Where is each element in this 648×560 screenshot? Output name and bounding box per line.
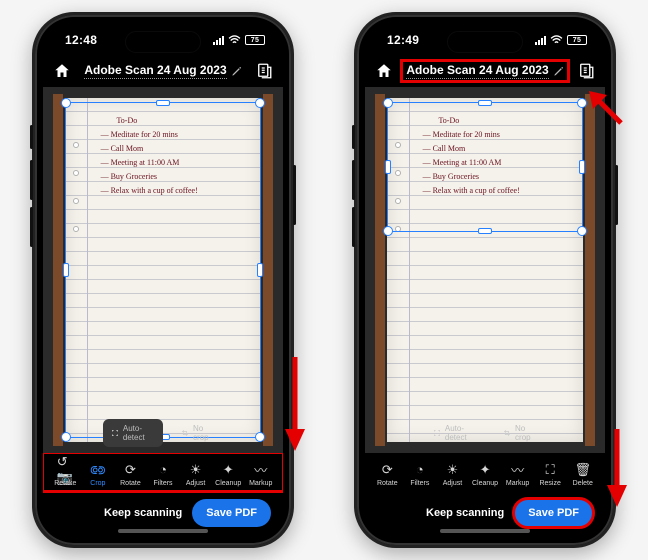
cleanup-icon: ✦ — [220, 461, 237, 478]
notch — [447, 31, 523, 53]
tool-row: ⟳ Rotate ◔ Filters ☀ Adjust ✦ Cleanup 〰 Markup ⛶ Re… — [365, 453, 605, 491]
delete-icon: 🗑 — [574, 461, 591, 478]
tool-crop[interactable]: ⟃⟄ Crop — [82, 459, 115, 489]
no-crop-button[interactable]: No crop — [495, 419, 545, 447]
crop-frame[interactable] — [65, 102, 262, 437]
tool-adjust[interactable]: ☀ Adjust — [436, 459, 469, 489]
tool-markup[interactable]: 〰 Markup — [501, 459, 534, 489]
tool-label: Rotate — [377, 480, 398, 487]
tool-row: ↺📷 Retake ⟃⟄ Crop ⟳ Rotate ◔ Filters ☀ Adjust ✦ Cle… — [43, 453, 283, 491]
tool-label: Adjust — [443, 480, 462, 487]
crop-toolbar: Auto-detect No crop — [103, 419, 223, 447]
filters-icon: ◔ — [411, 461, 428, 478]
tool-label: Cleanup — [472, 480, 498, 487]
tool-rotate[interactable]: ⟳ Rotate — [114, 459, 147, 489]
tool-cleanup[interactable]: ✦ Cleanup — [212, 459, 245, 489]
phone-right: 12:49 75 Adobe Scan 24 Aug 2023 — [354, 12, 616, 548]
tool-retake[interactable]: ↺📷 Retake — [49, 459, 82, 489]
app-header: Adobe Scan 24 Aug 2023 — [365, 57, 605, 87]
tool-markup[interactable]: 〰 Markup — [244, 459, 277, 489]
tool-adjust[interactable]: ☀ Adjust — [179, 459, 212, 489]
rotate-icon: ⟳ — [379, 461, 396, 478]
auto-detect-icon — [433, 428, 441, 438]
add-page-icon[interactable] — [577, 62, 595, 80]
rotate-icon: ⟳ — [122, 461, 139, 478]
markup-icon: 〰 — [252, 461, 269, 478]
crop-toolbar: Auto-detect No crop — [425, 419, 545, 447]
keep-scanning-button[interactable]: Keep scanning — [104, 507, 182, 519]
scan-preview: To-Do — Meditate for 20 mins — Call Mom … — [43, 87, 283, 453]
tool-label: Cleanup — [215, 480, 241, 487]
tool-label: Crop — [90, 480, 105, 487]
tool-label: Filters — [153, 480, 172, 487]
tool-filters[interactable]: ◔ Filters — [404, 459, 437, 489]
app-header: Adobe Scan 24 Aug 2023 — [43, 57, 283, 87]
tool-cleanup[interactable]: ✦ Cleanup — [469, 459, 502, 489]
pencil-icon — [231, 66, 242, 77]
home-indicator[interactable] — [440, 529, 530, 533]
tool-label: Retake — [54, 480, 76, 487]
save-pdf-button[interactable]: Save PDF — [514, 499, 593, 527]
add-page-icon[interactable] — [255, 62, 273, 80]
tool-rotate[interactable]: ⟳ Rotate — [371, 459, 404, 489]
home-icon[interactable] — [53, 62, 71, 80]
keep-scanning-button[interactable]: Keep scanning — [426, 507, 504, 519]
tool-filters[interactable]: ◔ Filters — [147, 459, 180, 489]
clock: 12:49 — [387, 33, 419, 47]
annotation-arrow-icon — [281, 353, 309, 453]
tool-delete[interactable]: 🗑 Delete — [566, 459, 599, 489]
cleanup-icon: ✦ — [477, 461, 494, 478]
tool-label: Rotate — [120, 480, 141, 487]
annotation-arrow-icon — [603, 425, 631, 509]
signal-icon — [535, 36, 546, 45]
home-indicator[interactable] — [118, 529, 208, 533]
pencil-icon — [553, 66, 564, 77]
scan-preview: To-Do — Meditate for 20 mins — Call Mom … — [365, 87, 605, 453]
no-crop-icon — [181, 428, 189, 438]
document-title[interactable]: Adobe Scan 24 Aug 2023 — [80, 61, 245, 81]
tool-label: Resize — [539, 480, 560, 487]
resize-icon: ⛶ — [542, 461, 559, 478]
crop-frame[interactable] — [387, 102, 584, 232]
retake-icon: ↺📷 — [57, 461, 74, 478]
tool-label: Markup — [506, 480, 529, 487]
auto-detect-button[interactable]: Auto-detect — [425, 419, 485, 447]
battery-icon: 75 — [567, 35, 587, 45]
tool-label: Adjust — [186, 480, 205, 487]
tool-resize[interactable]: ⛶ Resize — [534, 459, 567, 489]
crop-icon: ⟃⟄ — [89, 461, 106, 478]
tool-label: Markup — [249, 480, 272, 487]
tool-label: Delete — [573, 480, 593, 487]
filters-icon: ◔ — [155, 461, 172, 478]
wifi-icon — [550, 35, 563, 45]
no-crop-icon — [503, 428, 511, 438]
home-icon[interactable] — [375, 62, 393, 80]
document-title[interactable]: Adobe Scan 24 Aug 2023 — [402, 61, 567, 81]
markup-icon: 〰 — [509, 461, 526, 478]
no-crop-button[interactable]: No crop — [173, 419, 223, 447]
auto-detect-button[interactable]: Auto-detect — [103, 419, 163, 447]
adjust-icon: ☀ — [187, 461, 204, 478]
clock: 12:48 — [65, 33, 97, 47]
battery-icon: 75 — [245, 35, 265, 45]
signal-icon — [213, 36, 224, 45]
phone-left: 12:48 75 Adobe Scan 24 Aug 2023 — [32, 12, 294, 548]
tool-label: Filters — [410, 480, 429, 487]
adjust-icon: ☀ — [444, 461, 461, 478]
auto-detect-icon — [111, 428, 119, 438]
notch — [125, 31, 201, 53]
save-pdf-button[interactable]: Save PDF — [192, 499, 271, 527]
wifi-icon — [228, 35, 241, 45]
